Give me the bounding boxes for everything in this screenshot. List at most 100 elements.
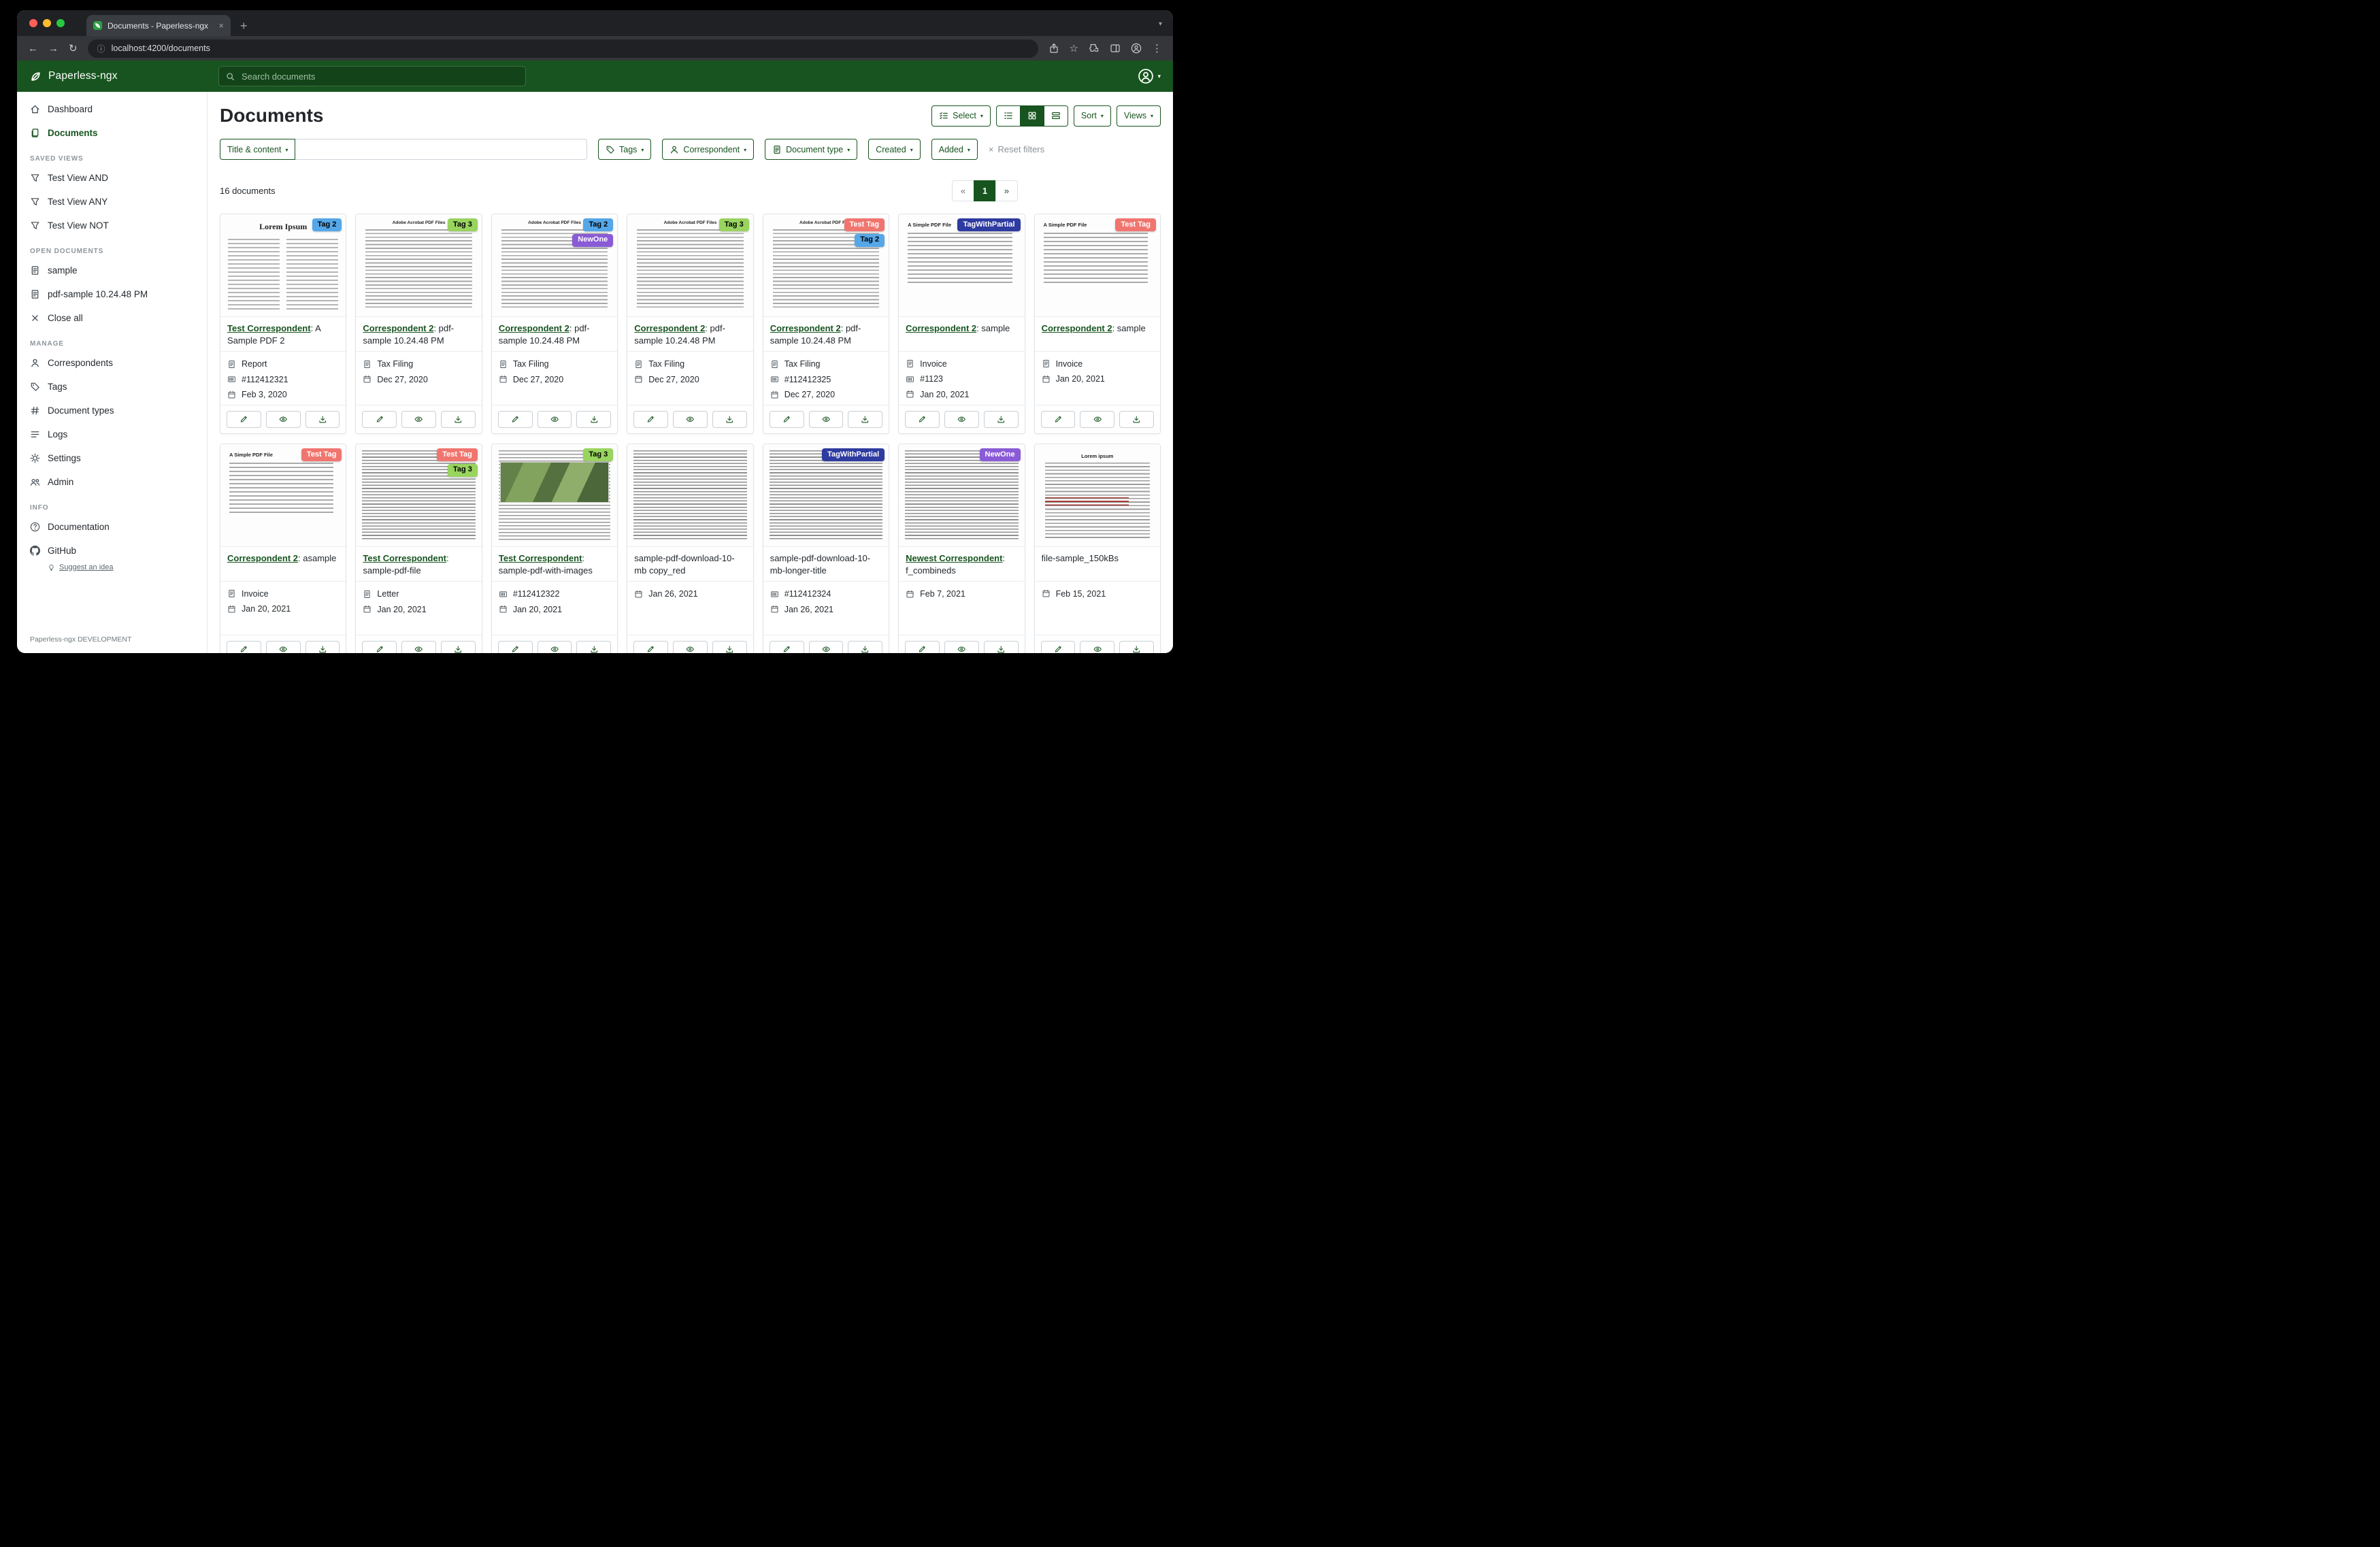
back-icon[interactable]: ←	[28, 44, 38, 54]
download-button[interactable]	[848, 411, 882, 428]
document-card[interactable]: Adobe Acrobat PDF Files Test Tag Tag 2	[763, 214, 889, 434]
view-button[interactable]	[673, 411, 708, 428]
edit-button[interactable]	[905, 411, 940, 428]
tag-badge[interactable]: Test Tag	[844, 218, 885, 231]
created-filter-button[interactable]: Created ▾	[868, 139, 921, 160]
document-card[interactable]: Tag 3 Test Correspondent: sample-pdf-wit…	[491, 444, 618, 653]
suggest-idea-link[interactable]: Suggest an idea	[17, 563, 207, 571]
sidebar-item-logs[interactable]: Logs	[17, 422, 207, 446]
select-button[interactable]: Select ▾	[931, 105, 991, 127]
view-button[interactable]	[1080, 411, 1114, 428]
tag-badge[interactable]: TagWithPartial	[957, 218, 1020, 231]
document-thumbnail[interactable]: Test Tag Tag 3	[356, 444, 481, 547]
sidebar-item-admin[interactable]: Admin	[17, 470, 207, 494]
document-card[interactable]: Adobe Acrobat PDF Files Tag 3	[627, 214, 753, 434]
view-button[interactable]	[673, 641, 708, 653]
document-card[interactable]: Lorem Ipsum Tag 2 Test Corre	[220, 214, 346, 434]
download-button[interactable]	[848, 641, 882, 653]
document-card[interactable]: TagWithPartial sample-pdf-download-10-mb…	[763, 444, 889, 653]
extensions-icon[interactable]	[1089, 43, 1100, 54]
tag-badge[interactable]: NewOne	[980, 448, 1021, 461]
added-filter-button[interactable]: Added ▾	[931, 139, 978, 160]
tag-badge[interactable]: Tag 3	[448, 218, 478, 231]
correspondent-link[interactable]: Newest Correspondent	[906, 553, 1002, 563]
document-thumbnail[interactable]: Lorem ipsum	[1035, 444, 1160, 547]
download-button[interactable]	[305, 641, 340, 653]
document-card[interactable]: Lorem ipsum file-sample_150kBs	[1034, 444, 1161, 653]
app-brand[interactable]: Paperless-ngx	[17, 70, 208, 83]
edit-button[interactable]	[770, 641, 804, 653]
tag-badge[interactable]: Test Tag	[437, 448, 478, 461]
view-button[interactable]	[944, 411, 979, 428]
correspondent-link[interactable]: Test Correspondent	[499, 553, 582, 563]
sidebar-item-saved-view-and[interactable]: Test View AND	[17, 166, 207, 190]
new-tab-button[interactable]: +	[240, 20, 248, 32]
tag-badge[interactable]: TagWithPartial	[822, 448, 885, 461]
sidebar-item-documentation[interactable]: Documentation	[17, 515, 207, 539]
close-window-button[interactable]	[29, 19, 37, 27]
view-button[interactable]	[266, 411, 301, 428]
edit-button[interactable]	[633, 641, 668, 653]
address-bar[interactable]: ⓘ localhost:4200/documents	[88, 39, 1038, 58]
edit-button[interactable]	[227, 411, 261, 428]
document-thumbnail[interactable]: NewOne	[899, 444, 1024, 547]
download-button[interactable]	[576, 641, 611, 653]
document-thumbnail[interactable]: Tag 3	[492, 444, 617, 547]
sidebar-item-saved-view-any[interactable]: Test View ANY	[17, 190, 207, 214]
tag-badge[interactable]: Tag 2	[583, 218, 613, 231]
download-button[interactable]	[441, 641, 476, 653]
browser-tab[interactable]: Documents - Paperless-ngx ×	[86, 15, 231, 36]
site-info-icon[interactable]: ⓘ	[97, 43, 105, 54]
view-button[interactable]	[944, 641, 979, 653]
edit-button[interactable]	[1041, 641, 1076, 653]
correspondent-link[interactable]: Correspondent 2	[634, 323, 705, 333]
download-button[interactable]	[712, 641, 747, 653]
edit-button[interactable]	[498, 411, 533, 428]
edit-button[interactable]	[905, 641, 940, 653]
sidebar-item-github[interactable]: GitHub	[17, 539, 207, 563]
share-icon[interactable]	[1048, 43, 1059, 54]
bookmark-star-icon[interactable]: ☆	[1070, 42, 1078, 54]
document-thumbnail[interactable]: A Simple PDF File TagWithPartial	[899, 214, 1024, 317]
views-button[interactable]: Views ▾	[1117, 105, 1161, 127]
view-button[interactable]	[401, 641, 436, 653]
document-thumbnail[interactable]: A Simple PDF File Test Tag	[220, 444, 346, 547]
edit-button[interactable]	[633, 411, 668, 428]
edit-button[interactable]	[1041, 411, 1076, 428]
sidebar-item-close-all[interactable]: Close all	[17, 306, 207, 330]
download-button[interactable]	[984, 641, 1019, 653]
tag-badge[interactable]: Tag 3	[719, 218, 749, 231]
document-card[interactable]: A Simple PDF File Test Tag C	[220, 444, 346, 653]
document-card[interactable]: A Simple PDF File TagWithPartial	[898, 214, 1025, 434]
correspondent-filter-button[interactable]: Correspondent ▾	[662, 139, 754, 160]
view-button[interactable]	[1080, 641, 1114, 653]
correspondent-link[interactable]: Correspondent 2	[227, 553, 298, 563]
global-search[interactable]	[218, 66, 526, 86]
sidebar-item-document-types[interactable]: Document types	[17, 399, 207, 422]
view-grid-button[interactable]	[1020, 105, 1044, 127]
filter-text-input[interactable]	[295, 139, 587, 160]
sidebar-item-open-doc-pdf-sample[interactable]: pdf-sample 10.24.48 PM	[17, 282, 207, 306]
sort-button[interactable]: Sort ▾	[1074, 105, 1111, 127]
tab-search-chevron-icon[interactable]: ▾	[1159, 20, 1162, 28]
tag-badge[interactable]: Tag 3	[583, 448, 613, 461]
download-button[interactable]	[1119, 411, 1154, 428]
document-thumbnail[interactable]: Lorem Ipsum Tag 2	[220, 214, 346, 317]
correspondent-link[interactable]: Correspondent 2	[1042, 323, 1112, 333]
zoom-window-button[interactable]	[56, 19, 65, 27]
sidebar-item-open-doc-sample[interactable]: sample	[17, 259, 207, 282]
download-button[interactable]	[576, 411, 611, 428]
correspondent-link[interactable]: Correspondent 2	[770, 323, 841, 333]
search-input[interactable]	[240, 71, 518, 82]
sidebar-item-saved-view-not[interactable]: Test View NOT	[17, 214, 207, 237]
view-list-button[interactable]	[996, 105, 1021, 127]
document-thumbnail[interactable]: Adobe Acrobat PDF Files Tag 3	[627, 214, 753, 317]
document-card[interactable]: sample-pdf-download-10-mb copy_red Jan 2…	[627, 444, 753, 653]
previous-page-button[interactable]: «	[952, 180, 974, 201]
next-page-button[interactable]: »	[995, 180, 1018, 201]
download-button[interactable]	[1119, 641, 1154, 653]
filter-field-button[interactable]: Title & content ▾	[220, 139, 295, 160]
view-button[interactable]	[538, 641, 572, 653]
document-card[interactable]: A Simple PDF File Test Tag C	[1034, 214, 1161, 434]
download-button[interactable]	[441, 411, 476, 428]
